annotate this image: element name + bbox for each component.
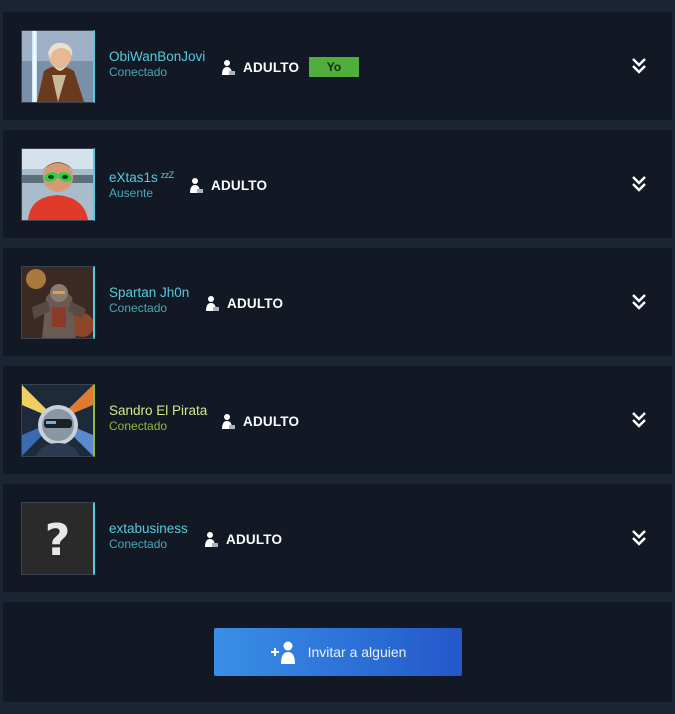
member-card: ? extabusiness Conectado ADULTO <box>3 484 672 592</box>
alien-mask-avatar[interactable] <box>21 148 95 221</box>
age-badge: ADULTO <box>206 295 283 311</box>
add-user-icon <box>270 641 295 664</box>
member-name[interactable]: extabusiness <box>109 521 188 537</box>
age-badge: ADULTO <box>222 413 299 429</box>
person-icon <box>206 296 219 311</box>
question-mark-avatar[interactable]: ? <box>21 502 95 575</box>
member-info: ObiWanBonJovi Conectado <box>109 49 205 79</box>
member-status: Ausente <box>109 186 154 200</box>
age-badge-label: ADULTO <box>243 413 300 429</box>
age-badge-label: ADULTO <box>243 59 300 75</box>
invite-button-label: Invitar a alguien <box>307 644 407 660</box>
member-card: eXtas1s zzZ Ausente ADULTO <box>3 130 672 238</box>
age-badge-label: ADULTO <box>227 295 284 311</box>
member-info: Sandro El Pirata Conectado <box>109 403 207 433</box>
svg-text:?: ? <box>45 515 71 566</box>
chevron-double-down-icon[interactable] <box>632 411 646 429</box>
age-badge-label: ADULTO <box>226 531 283 547</box>
member-name[interactable]: Sandro El Pirata <box>109 403 207 419</box>
age-badge-label: ADULTO <box>211 177 268 193</box>
jedi-avatar[interactable] <box>21 30 95 103</box>
member-card: Sandro El Pirata Conectado ADULTO <box>3 366 672 474</box>
member-info: extabusiness Conectado <box>109 521 188 551</box>
member-card: ObiWanBonJovi Conectado ADULTO Yo <box>3 12 672 120</box>
invite-section: Invitar a alguien <box>3 602 672 702</box>
person-icon <box>222 60 235 75</box>
member-status: Conectado <box>109 537 168 551</box>
me-tag: Yo <box>309 57 359 77</box>
chevron-double-down-icon[interactable] <box>632 293 646 311</box>
age-badge: ADULTO <box>190 177 267 193</box>
member-name[interactable]: ObiWanBonJovi <box>109 49 205 65</box>
age-badge: ADULTO <box>205 531 282 547</box>
chevron-double-down-icon[interactable] <box>632 529 646 547</box>
member-name[interactable]: Spartan Jh0n <box>109 285 189 301</box>
member-status: Conectado <box>109 65 168 79</box>
person-icon <box>205 532 218 547</box>
family-member-list: ObiWanBonJovi Conectado ADULTO Yo eXtas1… <box>0 0 675 714</box>
robot-warrior-avatar[interactable] <box>21 266 95 339</box>
away-indicator: zzZ <box>160 170 175 180</box>
member-info: Spartan Jh0n Conectado <box>109 285 189 315</box>
member-info: eXtas1s zzZ Ausente <box>109 167 174 200</box>
member-name[interactable]: eXtas1s zzZ <box>109 167 174 186</box>
person-icon <box>222 414 235 429</box>
helmet-rider-avatar[interactable] <box>21 384 95 457</box>
member-status: Conectado <box>109 419 168 433</box>
age-badge: ADULTO <box>222 59 299 75</box>
chevron-double-down-icon[interactable] <box>632 57 646 75</box>
chevron-double-down-icon[interactable] <box>632 175 646 193</box>
invite-button[interactable]: Invitar a alguien <box>214 628 462 676</box>
member-name-text: eXtas1s <box>109 170 158 185</box>
member-status: Conectado <box>109 301 168 315</box>
person-icon <box>190 178 203 193</box>
member-card: Spartan Jh0n Conectado ADULTO <box>3 248 672 356</box>
